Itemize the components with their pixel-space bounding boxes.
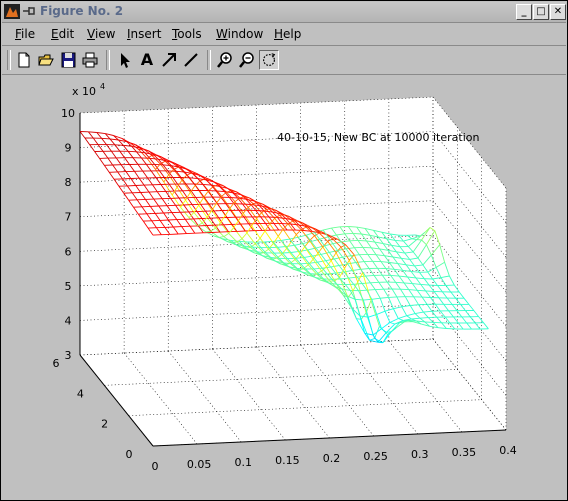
menu-help-label: elp	[283, 27, 302, 41]
mesh-line	[357, 239, 367, 242]
y-tick-label: 0	[126, 448, 133, 461]
maximize-button[interactable]: □	[533, 4, 549, 20]
mesh-line	[128, 150, 137, 153]
x-tick-label: 0	[152, 460, 159, 473]
open-folder-icon[interactable]	[36, 50, 56, 70]
menu-tools[interactable]: Tools	[172, 27, 202, 41]
toolbar-separator	[7, 50, 11, 70]
floor-plane	[80, 339, 506, 446]
mesh-line	[353, 232, 362, 235]
x-tick-label: 0.35	[452, 446, 477, 459]
mesh-line	[138, 148, 144, 150]
minimize-button[interactable]: _	[516, 4, 532, 20]
plot-area[interactable]: 0 0.05 0.1 0.15 0.2 0.25 0.3 0.35 0.402463456789…	[1, 75, 567, 500]
figure-window: Figure No. 2 _ □ ✕ File Edit View Insert…	[0, 0, 568, 501]
menu-window-mnemonic: W	[216, 27, 228, 41]
z-tick-label: 5	[65, 280, 72, 293]
z-exponent-power: 4	[100, 82, 105, 91]
menu-bar: File Edit View Insert Tools Window Help	[2, 23, 566, 46]
menu-insert-label: nsert	[130, 27, 162, 41]
x-tick-label: 0.15	[275, 454, 300, 467]
menu-edit-label: dit	[58, 27, 75, 41]
menu-file-label: ile	[21, 27, 36, 41]
mesh-line	[205, 230, 211, 233]
new-document-icon[interactable]	[14, 50, 34, 70]
z-exponent-label: x 10	[72, 85, 96, 98]
x-tick-label: 0.25	[363, 450, 388, 463]
mesh-line	[370, 281, 379, 284]
x-tick-label: 0.1	[235, 456, 253, 469]
z-tick-label: 7	[65, 211, 72, 224]
save-icon[interactable]	[58, 50, 78, 70]
mesh-line	[395, 281, 405, 284]
mesh-line	[239, 240, 248, 243]
zoom-in-icon[interactable]	[215, 50, 235, 70]
x-tick-label: 0.2	[323, 452, 341, 465]
menu-view-label: iew	[94, 27, 116, 41]
zoom-out-icon[interactable]	[237, 50, 257, 70]
mesh-line	[264, 240, 273, 243]
window-title: Figure No. 2	[40, 4, 124, 18]
line-icon[interactable]	[181, 50, 201, 70]
menu-help[interactable]: Help	[274, 27, 301, 41]
app-icon[interactable]	[4, 4, 20, 19]
x-tick-label: 0.3	[411, 448, 429, 461]
mesh-line	[424, 321, 434, 323]
toolbar-separator	[106, 50, 110, 70]
menu-view[interactable]: View	[87, 27, 115, 41]
menu-edit-mnemonic: E	[51, 27, 59, 41]
y-tick-label: 4	[77, 387, 84, 400]
z-tick-label: 10	[61, 107, 75, 120]
menu-tools-label: ools	[177, 27, 202, 41]
z-tick-label: 4	[65, 314, 72, 327]
title-bar[interactable]: Figure No. 2 _ □ ✕	[2, 2, 566, 23]
x-tick-label: 0.4	[499, 444, 517, 457]
text-A-icon[interactable]: A	[137, 50, 157, 70]
arrow-icon[interactable]	[159, 50, 179, 70]
close-button[interactable]: ✕	[550, 4, 566, 20]
arrow-cursor-icon[interactable]	[115, 50, 135, 70]
mesh-line	[255, 210, 265, 212]
menu-window-label: indow	[227, 27, 264, 41]
z-tick-label: 3	[65, 349, 72, 362]
mesh-line	[417, 289, 426, 292]
z-tick-label: 6	[65, 245, 72, 258]
toolbar-separator	[207, 50, 211, 70]
pin-icon[interactable]	[21, 4, 37, 19]
y-tick-label: 6	[53, 357, 60, 370]
menu-help-mnemonic: H	[274, 27, 284, 41]
rotate-icon[interactable]	[259, 50, 279, 70]
menu-view-mnemonic: V	[87, 27, 95, 41]
mesh-line	[419, 317, 429, 319]
menu-file[interactable]: File	[15, 27, 35, 41]
mesh-line	[425, 290, 435, 292]
mesh-line	[204, 178, 210, 180]
mesh-line	[114, 144, 124, 146]
mesh-line	[101, 137, 111, 140]
menu-edit[interactable]: Edit	[51, 27, 74, 41]
menu-window[interactable]: Window	[216, 27, 263, 41]
mesh-line	[229, 196, 238, 199]
y-tick-label: 2	[101, 418, 108, 431]
x-tick-label: 0.05	[187, 458, 212, 471]
mesh-line	[388, 296, 397, 298]
menu-insert[interactable]: Insert	[127, 27, 161, 41]
plot-annotation: 40-10-15, New BC at 10000 iteration	[277, 131, 479, 144]
z-tick-label: 8	[65, 176, 72, 189]
z-tick-label: 9	[65, 142, 72, 155]
printer-icon[interactable]	[80, 50, 100, 70]
mesh-line	[242, 203, 251, 205]
mesh-line	[252, 246, 261, 249]
mesh-line	[348, 226, 357, 228]
figure-toolbar: A	[2, 46, 566, 75]
mesh-line	[191, 172, 197, 174]
